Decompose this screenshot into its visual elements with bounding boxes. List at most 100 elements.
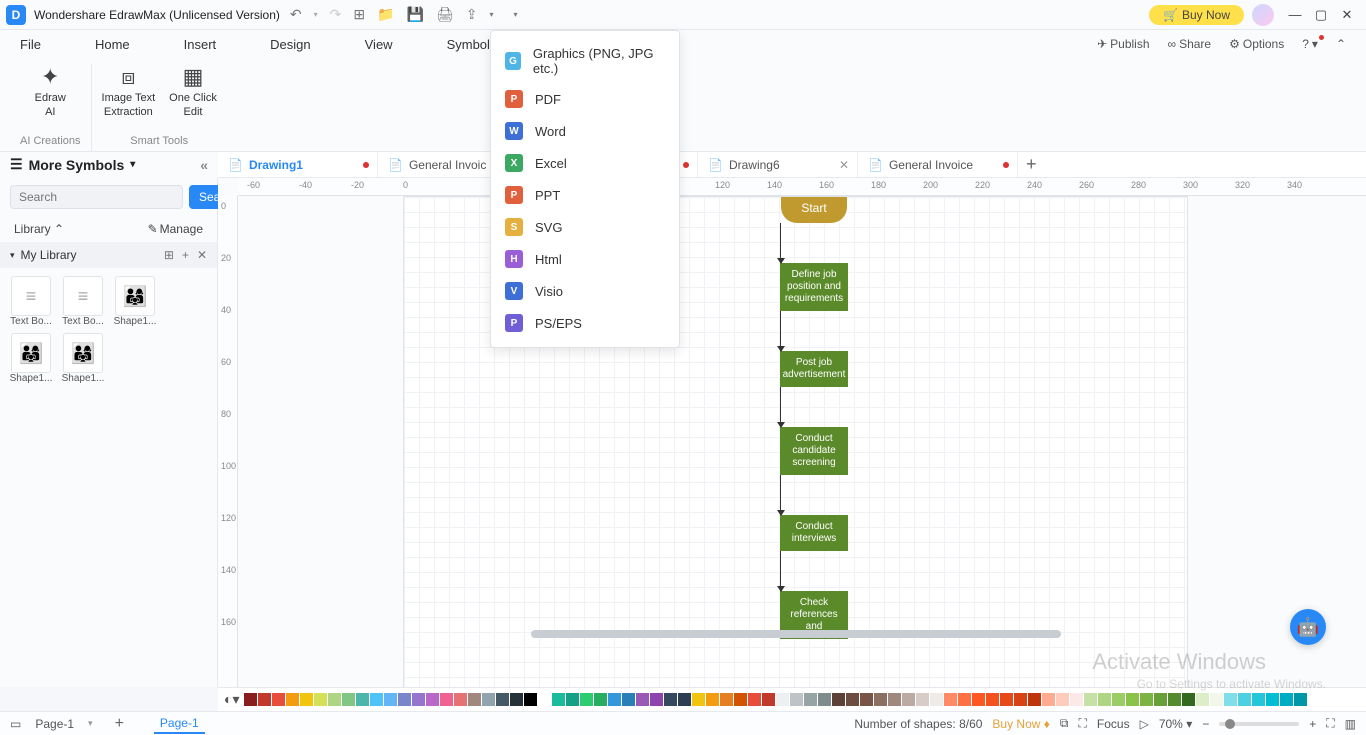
library-shape-1[interactable]: Text Bo... <box>60 276 106 327</box>
flowchart-box-0[interactable]: Define job position and requirements <box>780 263 848 311</box>
image-text-extraction-button[interactable]: ⧈ Image Text Extraction <box>102 64 156 119</box>
menu-file[interactable]: File <box>20 37 41 52</box>
page-dropdown-icon[interactable]: ▾ <box>88 718 93 729</box>
more-symbols-header[interactable]: ☰ More Symbols ▾ « <box>0 152 218 178</box>
help-button[interactable]: ? ▾ <box>1302 37 1318 51</box>
color-swatch[interactable] <box>1070 693 1083 706</box>
color-swatch[interactable] <box>482 693 495 706</box>
color-swatch[interactable] <box>860 693 873 706</box>
color-swatch[interactable] <box>804 693 817 706</box>
save-icon[interactable]: 💾 <box>407 6 424 23</box>
color-picker-icon[interactable]: ◐▾ <box>224 691 239 708</box>
color-swatch[interactable] <box>734 693 747 706</box>
layers-icon[interactable]: ⧉ <box>1060 716 1069 731</box>
color-swatch[interactable] <box>314 693 327 706</box>
color-swatch[interactable] <box>300 693 313 706</box>
qat-more-icon[interactable]: ▾ <box>514 10 518 19</box>
color-swatch[interactable] <box>874 693 887 706</box>
panel-toggle-icon[interactable]: ▥ <box>1345 717 1356 731</box>
zoom-out-button[interactable]: − <box>1202 717 1209 731</box>
color-swatch[interactable] <box>552 693 565 706</box>
export-item-graphics[interactable]: GGraphics (PNG, JPG etc.) <box>491 39 679 83</box>
canvas[interactable]: Start Define job position and requiremen… <box>238 196 1366 687</box>
color-swatch[interactable] <box>454 693 467 706</box>
color-swatch[interactable] <box>916 693 929 706</box>
flowchart-box-2[interactable]: Conduct candidate screening <box>780 427 848 475</box>
zoom-in-button[interactable]: + <box>1309 717 1316 731</box>
zoom-slider[interactable] <box>1219 722 1299 726</box>
page-tab-1[interactable]: Page-1 <box>154 714 205 734</box>
flowchart-box-3[interactable]: Conduct interviews <box>780 515 848 551</box>
color-swatch[interactable] <box>244 693 257 706</box>
color-swatch[interactable] <box>1084 693 1097 706</box>
menu-symbols[interactable]: Symbols <box>447 37 497 52</box>
print-icon[interactable]: 🖨 <box>436 6 454 23</box>
status-buy-now[interactable]: Buy Now ♦ <box>992 717 1050 731</box>
my-library-section[interactable]: ▾ My Library ⊞ + ✕ <box>0 242 217 268</box>
fullscreen-icon[interactable]: ⛶ <box>1326 716 1334 731</box>
color-swatch[interactable] <box>1126 693 1139 706</box>
minimize-button[interactable]: — <box>1282 7 1308 22</box>
focus-button[interactable]: Focus <box>1097 717 1130 731</box>
share-button[interactable]: ∞ Share <box>1168 37 1212 51</box>
export-item-pdf[interactable]: PPDF <box>491 83 679 115</box>
menu-view[interactable]: View <box>365 37 393 52</box>
library-shape-2[interactable]: Shape1... <box>112 276 158 327</box>
grid-view-icon[interactable]: ⊞ <box>164 248 174 262</box>
color-swatch[interactable] <box>958 693 971 706</box>
color-swatch[interactable] <box>818 693 831 706</box>
zoom-level[interactable]: 70% ▾ <box>1159 717 1192 731</box>
color-swatch[interactable] <box>692 693 705 706</box>
edraw-ai-button[interactable]: ✦ Edraw AI <box>35 64 66 119</box>
buy-now-button[interactable]: 🛒 Buy Now <box>1149 5 1244 25</box>
horizontal-scrollbar[interactable] <box>436 629 1366 639</box>
color-swatch[interactable] <box>412 693 425 706</box>
redo-icon[interactable]: ↷ <box>330 6 342 23</box>
color-swatch[interactable] <box>1224 693 1237 706</box>
color-swatch[interactable] <box>524 693 537 706</box>
user-avatar[interactable] <box>1252 4 1274 26</box>
color-swatch[interactable] <box>370 693 383 706</box>
flowchart-box-1[interactable]: Post job advertisement <box>780 351 848 387</box>
color-swatch[interactable] <box>398 693 411 706</box>
export-icon[interactable]: ⇪ <box>466 6 478 23</box>
color-swatch[interactable] <box>748 693 761 706</box>
library-label[interactable]: Library ⌃ <box>14 222 64 236</box>
color-swatch[interactable] <box>580 693 593 706</box>
color-swatch[interactable] <box>468 693 481 706</box>
chat-assistant-button[interactable]: 🤖 <box>1290 609 1326 645</box>
color-swatch[interactable] <box>930 693 943 706</box>
library-shape-3[interactable]: Shape1... <box>8 333 54 384</box>
menu-design[interactable]: Design <box>270 37 310 52</box>
collapse-ribbon-icon[interactable]: ⌃ <box>1336 37 1346 51</box>
color-swatch[interactable] <box>762 693 775 706</box>
one-click-edit-button[interactable]: ▦ One Click Edit <box>169 64 217 119</box>
document-tab-4[interactable]: 📄General Invoice <box>858 152 1018 177</box>
color-swatch[interactable] <box>622 693 635 706</box>
color-swatch[interactable] <box>1154 693 1167 706</box>
color-swatch[interactable] <box>496 693 509 706</box>
color-swatch[interactable] <box>384 693 397 706</box>
color-swatch[interactable] <box>1280 693 1293 706</box>
maximize-button[interactable]: ▢ <box>1308 7 1334 23</box>
manage-button[interactable]: ✎ Manage <box>148 222 203 236</box>
color-swatch[interactable] <box>258 693 271 706</box>
symbol-search-input[interactable] <box>10 185 183 209</box>
color-swatch[interactable] <box>902 693 915 706</box>
color-swatch[interactable] <box>1196 693 1209 706</box>
menu-home[interactable]: Home <box>95 37 130 52</box>
color-swatch[interactable] <box>1266 693 1279 706</box>
add-page-button[interactable]: + <box>115 715 124 733</box>
presentation-icon[interactable]: ▷ <box>1140 717 1149 731</box>
color-swatch[interactable] <box>650 693 663 706</box>
color-swatch[interactable] <box>272 693 285 706</box>
undo-dropdown-icon[interactable]: ▾ <box>314 10 318 19</box>
library-shape-0[interactable]: Text Bo... <box>8 276 54 327</box>
document-tab-3[interactable]: 📄Drawing6✕ <box>698 152 858 177</box>
color-swatch[interactable] <box>1042 693 1055 706</box>
color-swatch[interactable] <box>944 693 957 706</box>
color-swatch[interactable] <box>440 693 453 706</box>
color-swatch[interactable] <box>888 693 901 706</box>
fit-icon[interactable]: ⛶ <box>1079 716 1087 731</box>
color-swatch[interactable] <box>1098 693 1111 706</box>
